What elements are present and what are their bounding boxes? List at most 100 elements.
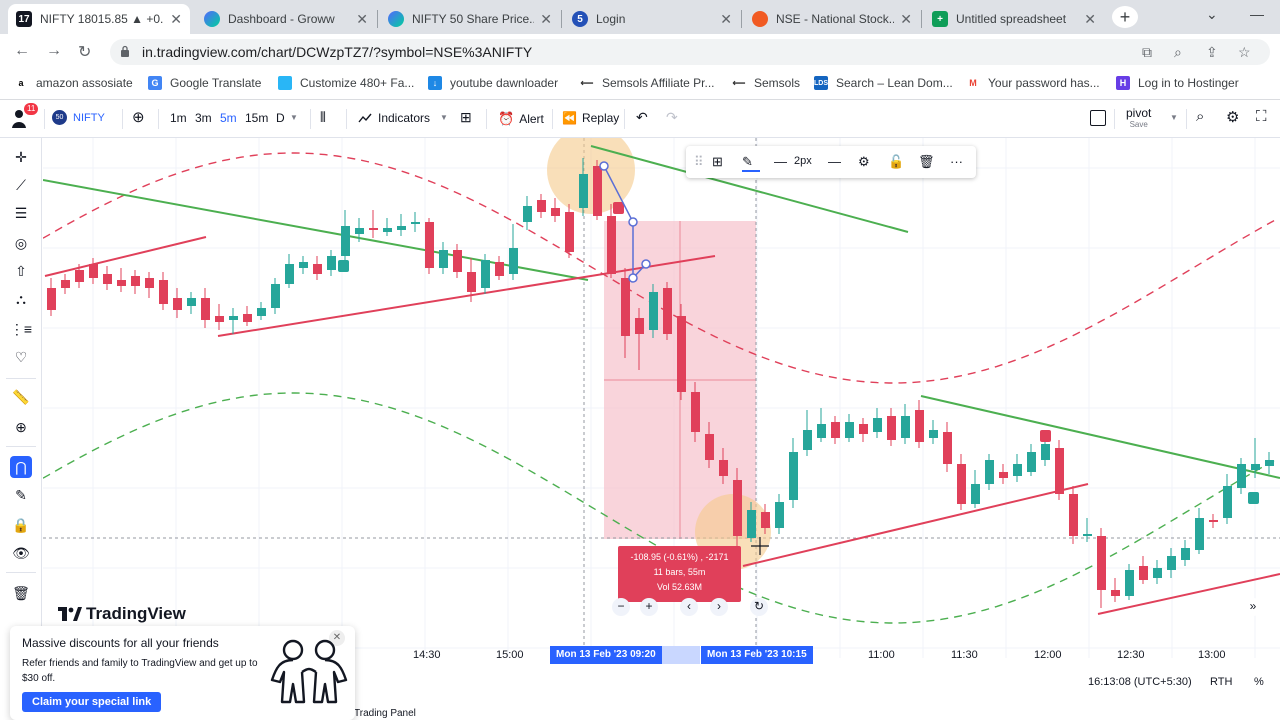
patterns-icon[interactable]: ◎ — [10, 232, 32, 254]
more-icon[interactable]: ··· — [950, 154, 963, 169]
bookmark-google-translate[interactable]: G Google Translate — [148, 76, 261, 90]
clock-label: 16:13:08 (UTC+5:30) — [1088, 676, 1192, 688]
reset-chart-button[interactable]: ↻ — [750, 598, 768, 616]
fullscreen-icon[interactable]: ⛶ — [1256, 108, 1267, 125]
user-avatar[interactable]: 11 — [10, 103, 39, 130]
interval-15m[interactable]: 15m — [245, 111, 268, 125]
open-in-app-icon[interactable]: ⧉ — [1142, 44, 1152, 61]
prediction-icon[interactable]: ⇧ — [10, 260, 32, 282]
share-icon[interactable]: ⇪ — [1206, 44, 1218, 61]
eye-icon[interactable]: 👁 — [10, 542, 32, 564]
zoom-out-button[interactable]: − — [612, 598, 630, 616]
bookmark-star-icon[interactable]: ☆ — [1238, 44, 1251, 61]
zoom-in-icon[interactable]: ⊕ — [10, 416, 32, 438]
template-icon[interactable]: ⊞ — [712, 154, 723, 170]
divider — [1186, 109, 1187, 129]
candle-body — [985, 460, 994, 484]
new-tab-button[interactable]: + — [1112, 6, 1138, 28]
tab-search-icon[interactable]: ⌄ — [1206, 6, 1218, 23]
tab-nifty-share-price[interactable]: NIFTY 50 Share Price... ✕ — [380, 4, 560, 34]
interval-1m[interactable]: 1m — [170, 111, 187, 125]
back-icon[interactable]: ← — [14, 42, 30, 60]
geometric-shapes-icon[interactable]: ⛬ — [10, 288, 32, 310]
interval-3m[interactable]: 3m — [195, 111, 212, 125]
zoom-in-button[interactable]: + — [640, 598, 658, 616]
scroll-to-realtime-button[interactable]: » — [1244, 598, 1262, 616]
indicators-button[interactable]: Indicators — [358, 111, 430, 125]
scroll-right-button[interactable]: › — [710, 598, 728, 616]
close-tab-icon[interactable]: ✕ — [1084, 11, 1096, 28]
layout-name[interactable]: pivot Save — [1126, 107, 1151, 130]
omnibox[interactable]: in.tradingview.com/chart/DCWzpTZ7/?symbo… — [110, 39, 1270, 65]
minimize-icon[interactable]: — — [1250, 6, 1264, 22]
trash-icon[interactable]: 🗑 — [918, 154, 935, 170]
tab-spreadsheet[interactable]: + Untitled spreadsheet ✕ — [924, 4, 1104, 34]
trading-panel-tab[interactable]: Trading Panel — [354, 708, 416, 719]
candle-style-icon[interactable]: ⫴ — [320, 109, 326, 126]
ruler-icon[interactable]: 📏 — [10, 386, 32, 408]
fib-icon[interactable]: ☰ — [10, 202, 32, 224]
heart-icon[interactable]: ♡ — [10, 346, 32, 368]
gear-icon[interactable]: ⚙ — [1226, 108, 1239, 126]
candle-body — [425, 222, 434, 268]
bookmark-gmail[interactable]: M Your password has... — [966, 76, 1100, 90]
percent-toggle[interactable]: % — [1254, 676, 1264, 688]
forward-icon[interactable]: → — [46, 42, 62, 60]
line-color-icon[interactable]: ✎ — [742, 154, 753, 170]
zoom-icon[interactable]: ⌕ — [1174, 44, 1182, 61]
magnet-icon[interactable]: ⋂ — [10, 456, 32, 478]
close-tab-icon[interactable]: ✕ — [720, 11, 732, 28]
amazon-icon: a — [14, 76, 28, 90]
tab-title: NSE - National Stock... — [776, 12, 895, 26]
alert-button[interactable]: ⏰ Alert — [498, 111, 544, 127]
interval-d[interactable]: D — [276, 111, 285, 125]
search-icon[interactable]: ⌕ — [1196, 108, 1204, 125]
candle-body — [173, 298, 182, 310]
compare-symbol-icon[interactable]: ⊕ — [132, 108, 145, 126]
bookmark-hostinger[interactable]: H Log in to Hostinger — [1116, 76, 1239, 90]
undo-icon[interactable]: ↶ — [636, 109, 648, 126]
line-style-icon[interactable]: — — [828, 154, 841, 169]
tab-login[interactable]: 5 Login ✕ — [564, 4, 740, 34]
replay-button[interactable]: ⏪ Replay — [562, 111, 619, 125]
session-toggle[interactable]: RTH — [1210, 676, 1232, 688]
line-width-label[interactable]: 2px — [794, 155, 812, 167]
interval-5m[interactable]: 5m — [220, 111, 237, 125]
close-tab-icon[interactable]: ✕ — [540, 11, 552, 28]
drag-handle-icon[interactable]: ⠿ — [694, 154, 704, 170]
lock-icon[interactable]: 🔓 — [888, 154, 904, 170]
chevron-down-icon[interactable]: ▼ — [440, 113, 448, 122]
bookmark-lean-domain[interactable]: LDS Search – Lean Dom... — [814, 76, 953, 90]
candle-body — [537, 200, 546, 212]
templates-icon[interactable]: ⊞ — [460, 109, 472, 126]
bookmark-amazon[interactable]: a amazon assosiate — [14, 76, 133, 90]
tab-nse[interactable]: NSE - National Stock... ✕ — [744, 4, 920, 34]
settings-icon[interactable]: ⚙ — [858, 154, 870, 170]
bookmark-semsols-affiliate[interactable]: ⟵ Semsols Affiliate Pr... — [580, 76, 715, 90]
layout-icon[interactable] — [1090, 110, 1106, 126]
tab-groww-dashboard[interactable]: Dashboard - Groww ✕ — [196, 4, 376, 34]
tab-tradingview[interactable]: 17 NIFTY 18015.85 ▲ +0... ✕ — [8, 4, 190, 34]
lock-drawings-icon[interactable]: 🔒 — [10, 514, 32, 536]
reload-icon[interactable]: ↻ — [78, 42, 91, 62]
annotation-icon[interactable]: ⋮≡ — [10, 318, 32, 340]
redo-icon[interactable]: ↷ — [666, 109, 678, 126]
bookmark-label: Google Translate — [170, 76, 262, 90]
bookmark-semsols[interactable]: ⟵ Semsols — [732, 76, 800, 90]
trash-icon[interactable]: 🗑 — [10, 582, 32, 604]
close-tab-icon[interactable]: ✕ — [900, 11, 912, 28]
bookmark-customize[interactable]: Customize 480+ Fa... — [278, 76, 414, 90]
stay-in-drawing-icon[interactable]: ✎ — [10, 484, 32, 506]
chevron-down-icon[interactable]: ▼ — [290, 113, 298, 122]
symbol-search[interactable]: 50 NIFTY — [52, 110, 105, 125]
crosshair-icon[interactable]: ✛ — [10, 146, 32, 168]
trend-line-icon[interactable]: ⟋ — [10, 174, 32, 196]
close-tab-icon[interactable]: ✕ — [356, 11, 368, 28]
chevron-down-icon[interactable]: ▼ — [1170, 113, 1178, 122]
bookmark-youtube-downloader[interactable]: ↓ youtube dawnloader — [428, 76, 558, 90]
chart-pane[interactable] — [42, 126, 1280, 698]
scroll-left-button[interactable]: ‹ — [680, 598, 698, 616]
close-tab-icon[interactable]: ✕ — [170, 11, 182, 28]
claim-link-button[interactable]: Claim your special link — [22, 692, 162, 712]
price-chart[interactable] — [42, 126, 1280, 698]
